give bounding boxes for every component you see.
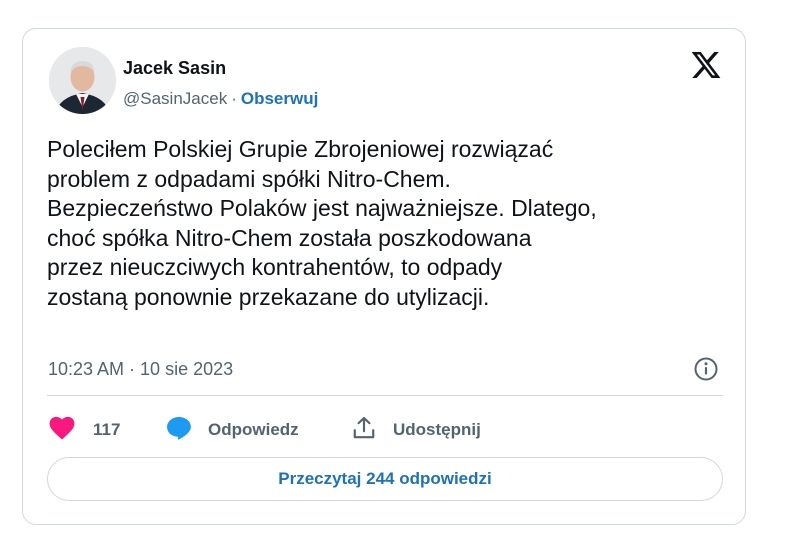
author-handle-row: @SasinJacek · Obserwuj [123, 89, 318, 109]
read-replies-label: Przeczytaj 244 odpowiedzi [278, 469, 492, 488]
reply-label: Odpowiedz [208, 420, 299, 439]
read-replies-button[interactable]: Przeczytaj 244 odpowiedzi [47, 457, 723, 501]
divider [47, 395, 723, 396]
like-count: 117 [93, 420, 121, 439]
share-icon [351, 415, 377, 446]
like-button[interactable]: 117 [49, 415, 120, 445]
info-icon[interactable] [693, 356, 719, 382]
follow-button[interactable]: Obserwuj [241, 89, 318, 108]
speech-bubble-icon [166, 415, 192, 446]
reply-button[interactable]: Odpowiedz [166, 415, 299, 445]
share-label: Udostępnij [393, 420, 481, 439]
author-handle[interactable]: @SasinJacek [123, 89, 227, 108]
heart-icon [49, 416, 75, 445]
separator-dot: · [231, 89, 237, 108]
author-photo [49, 47, 116, 114]
author-name[interactable]: Jacek Sasin [123, 58, 226, 79]
tweet-timestamp[interactable]: 10:23 AM · 10 sie 2023 [48, 359, 233, 380]
tweet-text: Poleciłem Polskiej Grupie Zbrojeniowej r… [47, 136, 597, 310]
x-logo-icon[interactable] [690, 49, 722, 81]
share-button[interactable]: Udostępnij [351, 415, 481, 445]
avatar[interactable] [49, 47, 116, 114]
tweet-card: Jacek Sasin @SasinJacek · Obserwuj Polecił… [22, 28, 746, 525]
